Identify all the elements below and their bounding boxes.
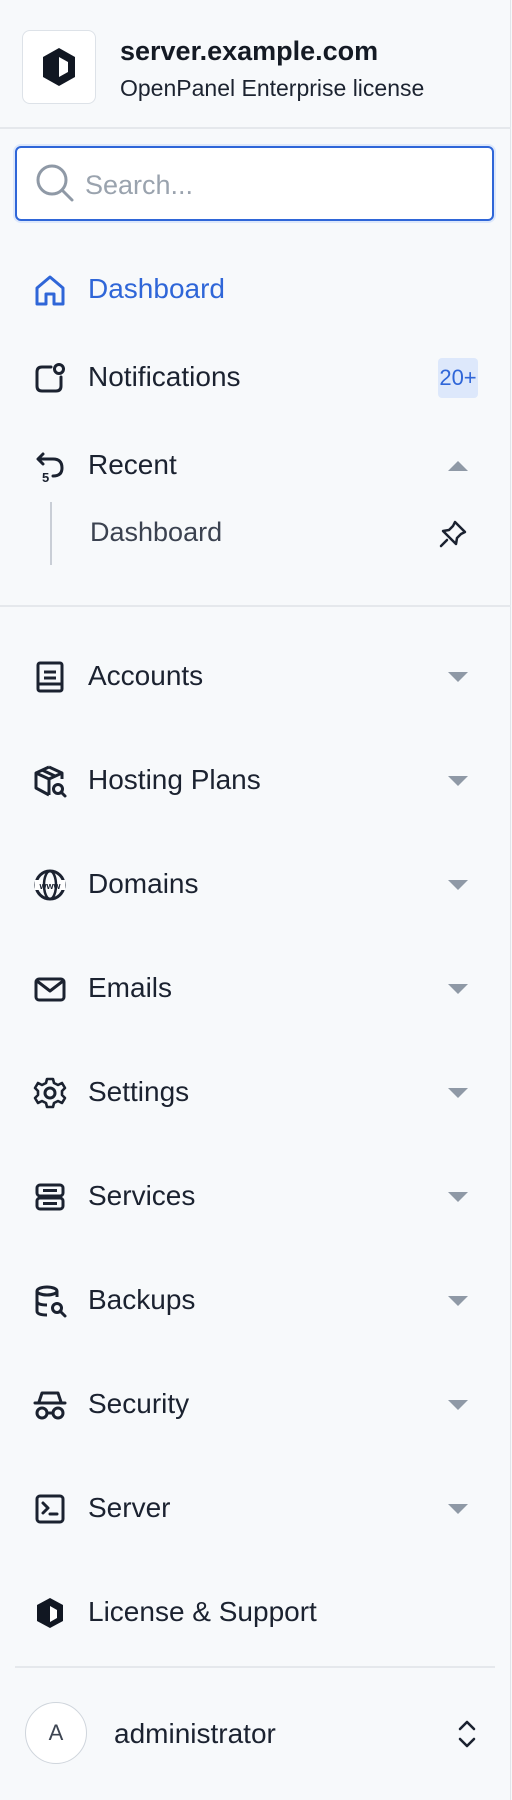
openpanel-logo-icon <box>43 48 75 86</box>
chevron-down-icon[interactable] <box>446 1500 470 1518</box>
nav-domains[interactable]: www Domains <box>14 855 497 915</box>
chevron-down-icon[interactable] <box>446 1188 470 1206</box>
section-divider <box>0 605 511 607</box>
nav-server-label: Server <box>88 1492 171 1523</box>
profile-username: administrator <box>114 1718 276 1749</box>
chevron-down-icon[interactable] <box>446 668 470 686</box>
terminal-icon <box>35 1494 65 1524</box>
nav-backups[interactable]: Backups <box>14 1271 497 1331</box>
openpanel-hexagon-icon <box>37 1598 63 1628</box>
nav-settings[interactable]: Settings <box>14 1063 497 1123</box>
search-icon <box>36 164 74 202</box>
notification-icon <box>35 363 65 393</box>
nav-services[interactable]: Services <box>14 1167 497 1227</box>
chevron-down-icon[interactable] <box>446 876 470 894</box>
nav-recent[interactable]: 5 Recent <box>14 436 497 496</box>
chevron-down-icon[interactable] <box>446 1396 470 1414</box>
chevron-down-icon[interactable] <box>446 1084 470 1102</box>
nav-domains-label: Domains <box>88 868 199 899</box>
nav-notifications-label: Notifications <box>88 361 241 392</box>
gear-icon <box>33 1077 67 1109</box>
server-hostname: server.example.com <box>120 36 379 66</box>
nav-license-support-label: License & Support <box>88 1596 317 1627</box>
nav-accounts-label: Accounts <box>88 660 204 691</box>
incognito-icon <box>33 1391 67 1420</box>
home-icon <box>35 275 65 306</box>
avatar: A <box>25 1702 87 1764</box>
www-icon: www <box>34 869 66 901</box>
database-search-icon <box>35 1285 67 1318</box>
nav-services-label: Services <box>88 1180 196 1211</box>
chevron-up-down-icon[interactable] <box>454 1717 480 1751</box>
mail-icon <box>34 977 66 1002</box>
recent-tree-line <box>50 502 52 565</box>
nav-license-support[interactable]: License & Support <box>14 1583 497 1643</box>
nav-dashboard[interactable]: Dashboard <box>14 260 497 320</box>
server-stack-icon <box>35 1183 65 1211</box>
nav-emails[interactable]: Emails <box>14 959 497 1019</box>
search-input[interactable] <box>83 161 477 209</box>
license-label: OpenPanel Enterprise license <box>120 75 425 101</box>
chevron-up-icon[interactable] <box>446 457 470 475</box>
nav-hosting-plans-label: Hosting Plans <box>88 764 261 795</box>
sidebar: server.example.com OpenPanel Enterprise … <box>0 0 511 1800</box>
notification-count-badge: 20+ <box>438 358 478 398</box>
svg-text:www: www <box>38 881 61 891</box>
svg-text:5: 5 <box>42 470 49 485</box>
chevron-down-icon[interactable] <box>446 1292 470 1310</box>
nav-hosting-plans[interactable]: Hosting Plans <box>14 751 497 811</box>
logo-box <box>22 30 96 104</box>
nav-emails-label: Emails <box>88 972 173 1003</box>
notebook-icon <box>36 661 64 693</box>
recent-item-dashboard[interactable]: Dashboard <box>62 505 496 563</box>
nav-security[interactable]: Security <box>14 1375 497 1435</box>
history-icon: 5 <box>36 452 64 485</box>
nav-dashboard-label: Dashboard <box>88 273 225 304</box>
nav-accounts[interactable]: Accounts <box>14 647 497 707</box>
recent-item-label: Dashboard <box>90 517 223 547</box>
nav-settings-label: Settings <box>88 1076 190 1107</box>
brand-header: server.example.com OpenPanel Enterprise … <box>0 0 511 129</box>
nav-recent-label: Recent <box>88 449 177 480</box>
nav-security-label: Security <box>88 1388 190 1419</box>
nav-server[interactable]: Server <box>14 1479 497 1539</box>
footer-divider <box>15 1666 495 1668</box>
search-box[interactable] <box>15 146 494 221</box>
nav-backups-label: Backups <box>88 1284 196 1315</box>
chevron-down-icon[interactable] <box>446 772 470 790</box>
nav-notifications[interactable]: Notifications 20+ <box>14 348 497 408</box>
package-search-icon <box>34 765 67 798</box>
pin-icon[interactable] <box>438 519 468 549</box>
user-profile-menu[interactable]: A administrator <box>14 1680 497 1788</box>
chevron-down-icon[interactable] <box>446 980 470 998</box>
